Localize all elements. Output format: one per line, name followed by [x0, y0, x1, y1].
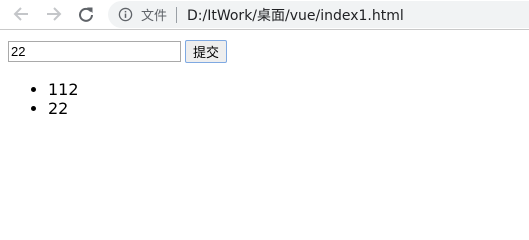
- address-bar[interactable]: 文件 D:/ItWork/桌面/vue/index1.html: [108, 1, 529, 28]
- browser-toolbar: 文件 D:/ItWork/桌面/vue/index1.html: [0, 0, 529, 30]
- forward-button[interactable]: [42, 3, 66, 25]
- list-item: 22: [48, 99, 227, 118]
- text-input[interactable]: [8, 41, 181, 62]
- arrow-right-icon: [47, 7, 62, 21]
- scheme-label: 文件: [141, 9, 168, 24]
- page-content: 提交 112 22: [8, 40, 228, 118]
- reload-button[interactable]: [74, 3, 98, 25]
- back-button[interactable]: [9, 3, 33, 25]
- omnibox-divider: [176, 6, 178, 23]
- input-form: 提交: [8, 40, 228, 63]
- url-text[interactable]: D:/ItWork/桌面/vue/index1.html: [187, 5, 404, 25]
- item-list: 112 22: [8, 80, 227, 118]
- list-item: 112: [48, 80, 227, 99]
- submit-button[interactable]: 提交: [185, 40, 228, 63]
- arrow-left-icon: [13, 7, 28, 21]
- reload-icon: [79, 7, 93, 22]
- info-icon[interactable]: [118, 7, 133, 22]
